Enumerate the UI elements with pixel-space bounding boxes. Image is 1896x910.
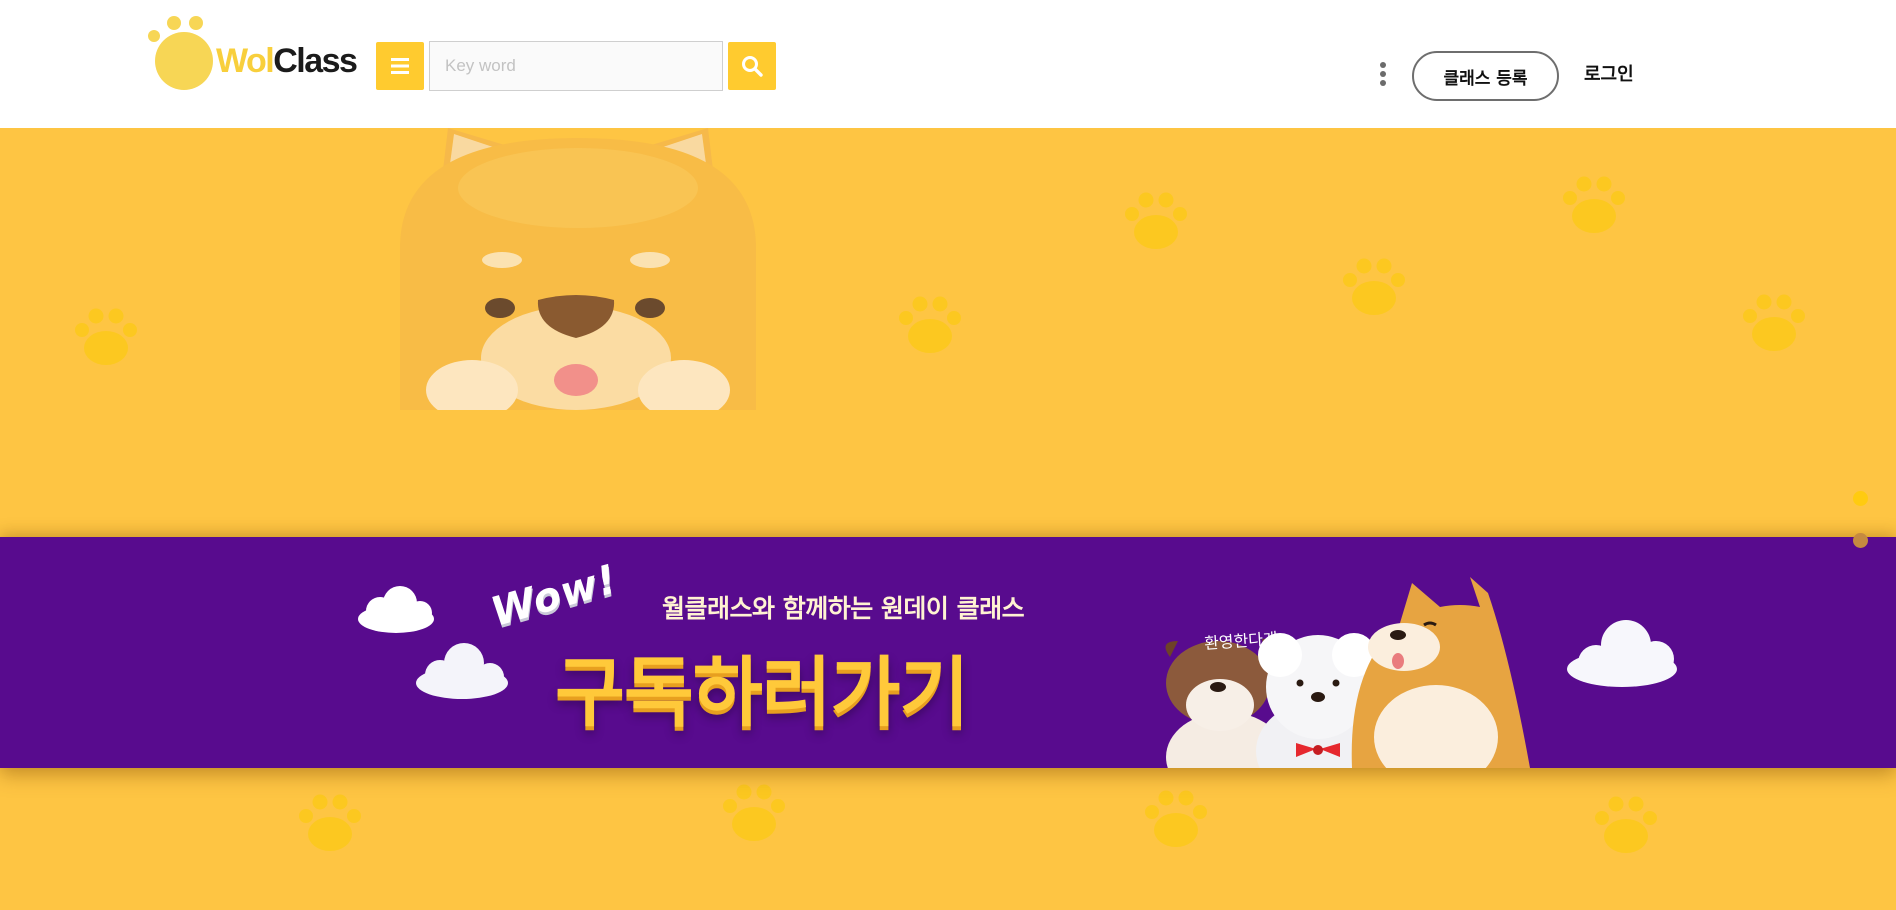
paw-icon — [1145, 790, 1207, 847]
banner-title: 구독하러가기 — [555, 648, 970, 737]
kebab-menu-icon — [1380, 80, 1386, 86]
paw-icon — [75, 308, 137, 365]
logo-text: WolClass — [216, 42, 358, 80]
paw-icon — [899, 296, 961, 353]
kebab-menu-icon — [1380, 71, 1386, 77]
kebab-menu-icon — [1380, 62, 1386, 68]
hamburger-menu-icon — [391, 58, 409, 74]
cloud-icon — [358, 586, 434, 633]
search-input[interactable] — [429, 41, 723, 91]
site-logo[interactable]: WolClass — [146, 14, 358, 92]
category-menu-button[interactable] — [376, 42, 424, 90]
paw-logo-icon — [148, 16, 213, 90]
register-class-button[interactable]: 클래스 등록 — [1412, 51, 1559, 101]
paw-icon — [1595, 796, 1657, 853]
cloud-icon — [1567, 620, 1677, 687]
paw-icon — [1343, 258, 1405, 315]
slider-dot-1[interactable] — [1853, 491, 1868, 506]
paw-icon — [1125, 192, 1187, 249]
banner-subtitle: 월클래스와 함께하는 원데이 클래스 — [662, 594, 1025, 623]
search-icon — [742, 56, 763, 77]
cloud-icon — [416, 643, 508, 699]
more-options-button[interactable] — [1376, 62, 1390, 86]
paw-icon — [1563, 176, 1625, 233]
shiba-dog-illustration — [400, 128, 756, 410]
search-button[interactable] — [728, 42, 776, 90]
subscribe-banner[interactable]: Wow! 월클래스와 함께하는 원데이 클래스 구독하러가기 환영한다개~ — [0, 537, 1896, 768]
paw-icon — [299, 794, 361, 851]
hero-section: Wow! 월클래스와 함께하는 원데이 클래스 구독하러가기 환영한다개~ — [0, 128, 1896, 910]
paw-icon — [1743, 294, 1805, 351]
logo-text-class: Class — [273, 42, 358, 80]
logo-text-wol: Wol — [216, 42, 275, 80]
shiba-banner-illustration — [1351, 577, 1530, 768]
site-header: WolClass 클래스 등록 로그인 — [0, 0, 1896, 128]
slider-dot-2[interactable] — [1853, 533, 1868, 548]
login-link[interactable]: 로그인 — [1584, 60, 1634, 86]
paw-icon — [723, 784, 785, 841]
